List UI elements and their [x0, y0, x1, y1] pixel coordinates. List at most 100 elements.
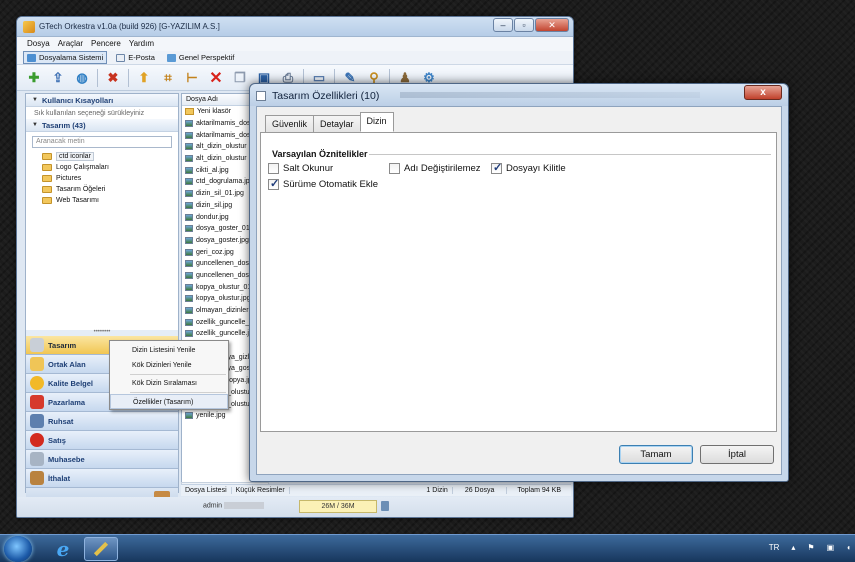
tab-detaylar[interactable]: Detaylar	[313, 115, 361, 132]
globe-icon[interactable]: ◍	[73, 69, 91, 87]
file-name: alt_dizin_olustur	[196, 143, 247, 151]
file-name: yenile.jpg	[196, 412, 226, 420]
image-file-icon	[185, 131, 193, 139]
tree-folder-item[interactable]: ctd iconlar	[26, 151, 178, 162]
start-button[interactable]	[4, 536, 32, 562]
tree-folder-item[interactable]: Web Tasarımı	[26, 195, 178, 206]
menu-refresh-root-dirs[interactable]: Kök Dizinleri Yenile	[110, 358, 228, 373]
delete-icon[interactable]: ✕	[207, 69, 225, 87]
dialog-titlebar[interactable]: Tasarım Özellikleri (10) x	[250, 84, 788, 106]
menu-bar: Dosya Araçlar Pencere Yardım	[17, 37, 573, 51]
toolbar-separator	[128, 68, 129, 87]
close-window-button[interactable]: ✕	[535, 18, 569, 32]
tree-title: Tasarım (43)	[41, 120, 86, 130]
tab-guvenlik[interactable]: Güvenlik	[265, 115, 315, 132]
perspective-bar: Dosyalama Sistemi E-Posta Genel Perspekt…	[17, 51, 573, 65]
nav-item-satis[interactable]: Satış	[26, 431, 178, 450]
image-file-icon	[185, 412, 193, 420]
quality-icon	[30, 376, 44, 390]
tree-folder-item[interactable]: Logo Çalışmaları	[26, 162, 178, 173]
taskbar-app-orkestra[interactable]	[84, 537, 118, 561]
tree-folder-item[interactable]: Tasarım Öğeleri	[26, 184, 178, 195]
delete-file-icon[interactable]: ✖	[104, 69, 122, 87]
folder-label: Logo Çalışmaları	[56, 164, 109, 171]
minimize-button[interactable]: –	[493, 18, 513, 32]
image-file-icon	[185, 295, 193, 303]
menu-pencere[interactable]: Pencere	[87, 37, 125, 51]
tab-file-list[interactable]: Dosya Listesi	[181, 487, 232, 494]
nav-label: Ortak Alan	[48, 359, 86, 369]
image-file-icon	[185, 307, 193, 315]
trash-icon[interactable]	[381, 501, 389, 511]
window-title: GTech Orkestra v1.0a (build 926) [G-YAZI…	[39, 22, 220, 31]
branch-icon[interactable]: ⊢	[183, 69, 201, 87]
copy-icon[interactable]: ❐	[231, 69, 249, 87]
main-titlebar[interactable]: GTech Orkestra v1.0a (build 926) [G-YAZI…	[17, 17, 573, 37]
no-rename-checkbox[interactable]: Adı Değiştirilemez	[389, 163, 481, 174]
tab-dizin[interactable]: Dizin	[359, 112, 394, 132]
file-status-bar: Dosya Listesi Küçük Resimler 1 Dizin 26 …	[181, 484, 571, 496]
internet-explorer-icon[interactable]: e	[46, 537, 80, 561]
license-icon	[30, 414, 44, 428]
file-name: aktarilmamis_dos	[196, 131, 251, 139]
toolbar-separator	[97, 68, 98, 87]
auto-version-checkbox[interactable]: Sürüme Otomatik Ekle	[268, 177, 379, 190]
app-logo-icon	[23, 21, 35, 33]
tree-header[interactable]: ▼ Tasarım (43)	[26, 119, 178, 132]
nav-label: Muhasebe	[48, 454, 85, 464]
perspective-genel[interactable]: Genel Perspektif	[164, 52, 237, 63]
file-name: ozellik_guncelle.j	[196, 330, 249, 338]
shortcuts-header[interactable]: ▼ Kullanıcı Kısayolları	[26, 94, 178, 107]
checkbox-label: Sürüme Otomatik Ekle	[283, 179, 379, 190]
menu-properties[interactable]: Özellikler (Tasarım)	[110, 394, 228, 409]
lock-file-checkbox[interactable]: Dosyayı Kilitle	[491, 161, 566, 174]
checkbox-label: Adı Değiştirilemez	[404, 163, 481, 174]
left-panel: ▼ Kullanıcı Kısayolları Sık kullanılan s…	[25, 93, 179, 508]
ok-button[interactable]: Tamam	[619, 445, 693, 464]
folder-icon	[30, 357, 44, 371]
image-file-icon	[185, 201, 193, 209]
volume-icon[interactable]: ◖	[846, 543, 851, 552]
perspective-label: Genel Perspektif	[178, 53, 235, 62]
perspective-eposta[interactable]: E-Posta	[113, 52, 158, 63]
checkbox-box	[268, 163, 279, 174]
username: admin	[203, 502, 223, 510]
tree-search-input[interactable]: Aranacak metin	[32, 136, 172, 148]
tray-expand-icon[interactable]: ▴	[791, 543, 795, 552]
upload-icon[interactable]: ⬆	[135, 69, 153, 87]
file-name: aktarilmamis_dos	[196, 120, 251, 128]
maximize-button[interactable]: ▫	[514, 18, 534, 32]
menu-araclar[interactable]: Araçlar	[54, 37, 87, 51]
tab-thumbnails[interactable]: Küçük Resimler	[232, 487, 290, 494]
file-name: cikti_al.jpg	[196, 166, 229, 174]
image-file-icon	[185, 120, 193, 128]
menu-dosya[interactable]: Dosya	[23, 37, 54, 51]
tree-folder-item[interactable]: Pictures	[26, 173, 178, 184]
perspective-label: E-Posta	[128, 53, 155, 62]
tree-icon[interactable]: ⌗	[159, 69, 177, 87]
language-indicator[interactable]: TR	[769, 543, 780, 552]
menu-separator	[130, 374, 226, 375]
file-name: alt_dizin_olustur	[196, 155, 247, 163]
checkbox-box	[389, 163, 400, 174]
nav-item-muhasebe[interactable]: Muhasebe	[26, 450, 178, 469]
menu-yardim[interactable]: Yardım	[125, 37, 158, 51]
perspective-dosyalama[interactable]: Dosyalama Sistemi	[23, 51, 108, 64]
chart-icon	[30, 395, 44, 409]
nav-item-ruhsat[interactable]: Ruhsat	[26, 412, 178, 431]
image-file-icon	[185, 248, 193, 256]
cancel-button[interactable]: İptal	[700, 445, 774, 464]
flag-icon[interactable]: ⚑	[807, 543, 814, 552]
image-file-icon	[185, 283, 193, 291]
menu-root-dir-order[interactable]: Kök Dizin Sıralaması	[110, 376, 228, 391]
add-folder-icon[interactable]: ✚	[25, 69, 43, 87]
file-name: dizin_sil_01.jpg	[196, 190, 244, 198]
readonly-checkbox[interactable]: Salt Okunur	[268, 163, 333, 174]
menu-refresh-dir-list[interactable]: Dizin Listesini Yenile	[110, 343, 228, 358]
import-icon[interactable]: ⇪	[49, 69, 67, 87]
dialog-close-button[interactable]: x	[744, 85, 782, 100]
network-icon[interactable]: ▣	[827, 543, 835, 552]
nav-label: Pazarlama	[48, 397, 86, 407]
image-file-icon	[185, 166, 193, 174]
nav-item-ithalat[interactable]: İthalat	[26, 469, 178, 488]
